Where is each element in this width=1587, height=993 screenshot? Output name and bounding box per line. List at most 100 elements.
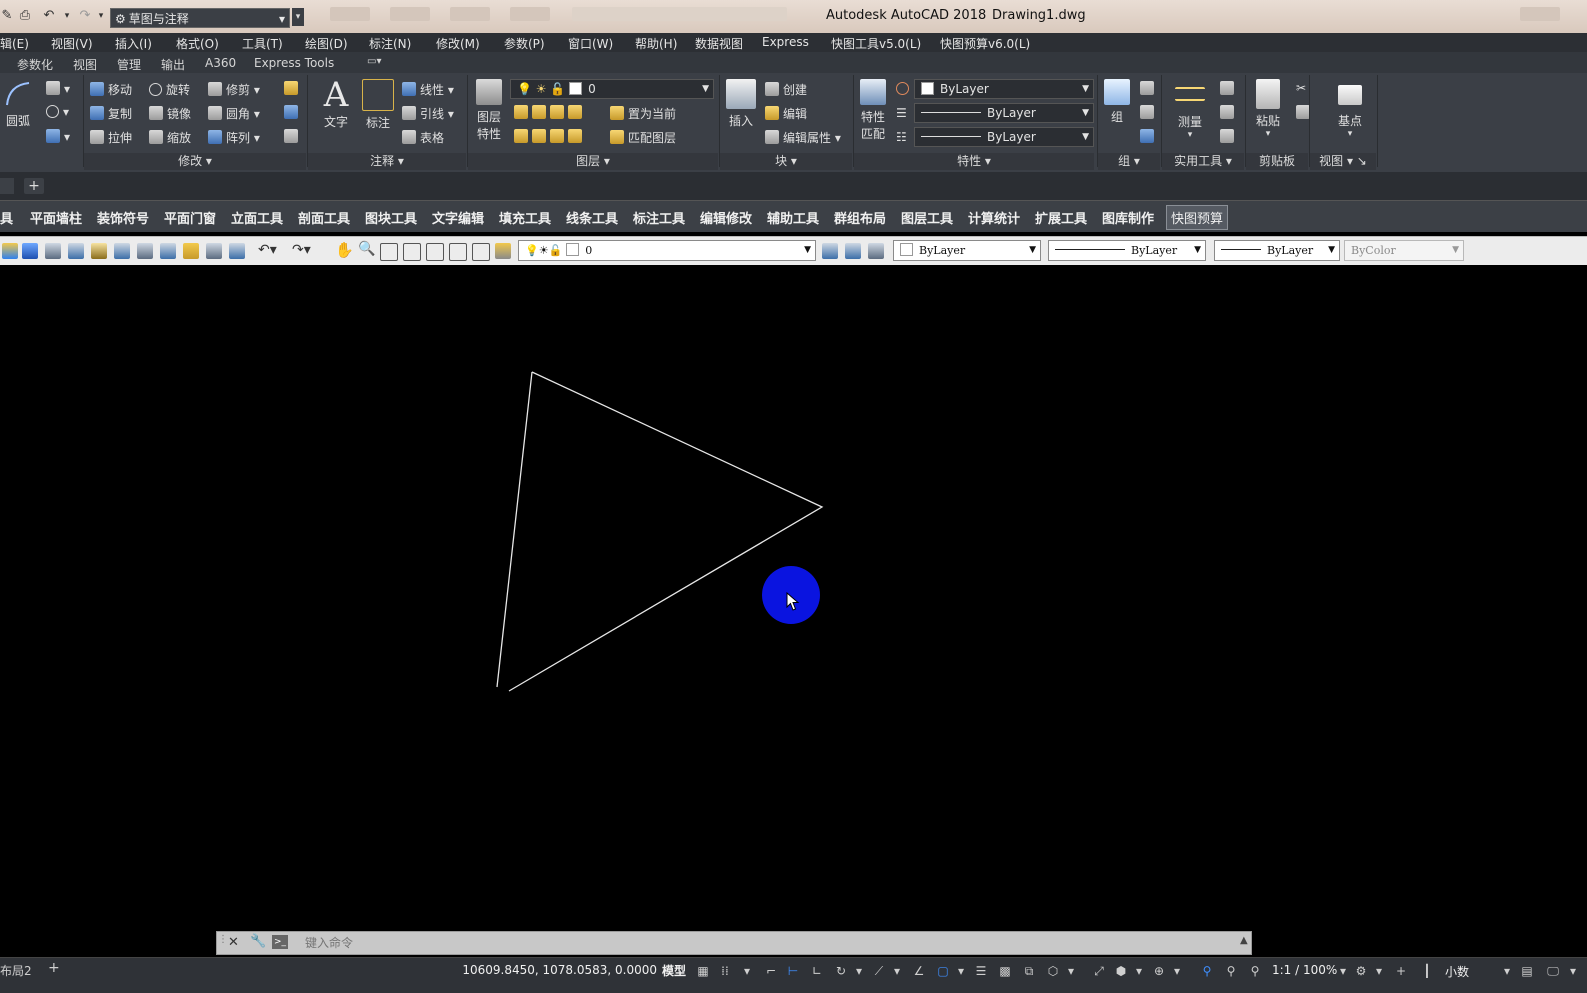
ribbon-options-icon[interactable]: ▭▾ bbox=[367, 56, 381, 67]
toolbar-icon[interactable] bbox=[22, 243, 38, 259]
insert-block-button[interactable]: 插入 bbox=[724, 79, 758, 129]
auto-scale-icon[interactable]: ⚲ bbox=[1224, 964, 1238, 978]
toolbar-icon[interactable] bbox=[229, 243, 245, 259]
plugin-tool-partial[interactable]: 具 bbox=[0, 208, 13, 227]
plugin-wall-column[interactable]: 平面墙柱 bbox=[30, 208, 82, 227]
quick-properties-icon[interactable]: ▤ bbox=[1520, 964, 1534, 978]
edit-block-button[interactable]: 编辑 bbox=[765, 105, 807, 122]
color-dropdown[interactable]: ByLayer ▼ bbox=[914, 79, 1094, 99]
point-icon[interactable] bbox=[1220, 105, 1238, 120]
plugin-layer-tools[interactable]: 图层工具 bbox=[901, 208, 953, 227]
zoom-extents-icon[interactable] bbox=[426, 243, 444, 261]
pan-hand-icon[interactable]: ✋ bbox=[335, 241, 354, 259]
zoom-previous-icon[interactable] bbox=[403, 243, 421, 261]
tab-a360[interactable]: A360 bbox=[205, 56, 236, 70]
coordinate-readout[interactable]: 10609.8450, 1078.0583, 0.0000 bbox=[449, 963, 657, 983]
color-wheel-icon[interactable] bbox=[896, 82, 913, 96]
chevron-down-icon[interactable]: ▾ bbox=[1566, 964, 1580, 978]
paste-button[interactable]: 粘贴 ▾ bbox=[1250, 79, 1286, 139]
set-current-layer-button[interactable]: 置为当前 bbox=[610, 105, 676, 122]
leader-button[interactable]: 引线 ▾ bbox=[402, 105, 454, 122]
snap-icon[interactable]: ⁞⁞ bbox=[718, 964, 732, 978]
match-layer-button[interactable]: 匹配图层 bbox=[610, 129, 676, 146]
calculator-icon[interactable] bbox=[1220, 129, 1238, 144]
match-properties-button[interactable]: 特性 匹配 bbox=[856, 79, 890, 142]
plugin-group-layout[interactable]: 群组布局 bbox=[834, 208, 886, 227]
drawing-tab[interactable] bbox=[0, 178, 14, 194]
plugin-calc-stats[interactable]: 计算统计 bbox=[968, 208, 1020, 227]
region-icon[interactable]: ▾ bbox=[46, 129, 70, 144]
selection-filter-icon[interactable]: ⬢ bbox=[1114, 964, 1128, 978]
linear-dim-button[interactable]: 线性 ▾ bbox=[402, 81, 454, 98]
offset-icon[interactable] bbox=[284, 129, 302, 144]
isodraft-icon[interactable]: ⟋ bbox=[872, 964, 886, 978]
toolbar-icon[interactable] bbox=[45, 243, 61, 259]
chevron-down-icon[interactable]: ▾ bbox=[852, 964, 866, 978]
classic-linetype-dropdown[interactable]: ByLayer ▼ bbox=[1048, 240, 1206, 261]
group-button[interactable]: 组 bbox=[1100, 79, 1134, 125]
groups-panel-title[interactable]: 组 ▾ bbox=[1098, 153, 1160, 170]
group-select-icon[interactable] bbox=[1140, 129, 1158, 144]
annotation-panel-title[interactable]: 注释 ▾ bbox=[308, 153, 466, 170]
text-button[interactable]: A 文字 bbox=[318, 77, 354, 130]
cut-icon[interactable]: ✂ bbox=[1296, 81, 1306, 95]
tab-express-tools[interactable]: Express Tools bbox=[254, 56, 334, 70]
plugin-budget[interactable]: 快图预算 bbox=[1166, 205, 1229, 230]
menu-draw[interactable]: 绘图(D) bbox=[305, 35, 348, 52]
plugin-aux-tools[interactable]: 辅助工具 bbox=[767, 208, 819, 227]
chevron-down-icon[interactable]: ▾ bbox=[1170, 964, 1184, 978]
copy-clip-icon[interactable] bbox=[1296, 105, 1314, 120]
toolbar-icon[interactable] bbox=[68, 243, 84, 259]
gizmo-icon[interactable]: ⊕ bbox=[1152, 964, 1166, 978]
toolbar-icon[interactable] bbox=[160, 243, 176, 259]
layer-dropdown[interactable]: 💡 ☀ 🔓 0 ▼ bbox=[510, 79, 714, 99]
menu-dimension[interactable]: 标注(N) bbox=[369, 35, 411, 52]
chevron-down-icon[interactable]: ▾ bbox=[1064, 964, 1078, 978]
ellipse-icon[interactable]: ▾ bbox=[46, 105, 69, 119]
trim-button[interactable]: 修剪 ▾ bbox=[208, 81, 260, 98]
zoom-realtime-icon[interactable]: 🔍 bbox=[358, 241, 375, 257]
properties-panel-title[interactable]: 特性 ▾ bbox=[854, 153, 1094, 170]
toolbar-icon[interactable] bbox=[114, 243, 130, 259]
tab-parametric[interactable]: 参数化 bbox=[17, 56, 53, 73]
chevron-down-icon[interactable]: ▾ bbox=[1336, 964, 1350, 978]
customize-qat-icon[interactable]: ▾ bbox=[292, 8, 304, 26]
plugin-fill-tools[interactable]: 填充工具 bbox=[499, 208, 551, 227]
transparency-icon[interactable]: ▩ bbox=[998, 964, 1012, 978]
menu-modify[interactable]: 修改(M) bbox=[436, 35, 480, 52]
dynamic-input-icon[interactable]: ⊢ bbox=[786, 964, 800, 978]
plugin-extension-tools[interactable]: 扩展工具 bbox=[1035, 208, 1087, 227]
object-snap-tracking-icon[interactable]: ∠ bbox=[912, 964, 926, 978]
undo-icon[interactable]: ↶▾ bbox=[258, 242, 277, 258]
layers-panel-title[interactable]: 图层 ▾ bbox=[468, 153, 718, 170]
fillet-button[interactable]: 圆角 ▾ bbox=[208, 105, 260, 122]
menu-window[interactable]: 窗口(W) bbox=[568, 35, 613, 52]
wrench-icon[interactable]: 🔧 bbox=[250, 934, 266, 949]
dimension-button[interactable]: 标注 bbox=[360, 79, 396, 131]
chevron-down-icon[interactable]: ▾ bbox=[740, 964, 754, 978]
plugin-line-tools[interactable]: 线条工具 bbox=[566, 208, 618, 227]
menu-format[interactable]: 格式(O) bbox=[176, 35, 219, 52]
zoom-all-icon[interactable] bbox=[449, 243, 467, 261]
plus-icon[interactable]: + bbox=[1394, 964, 1408, 978]
chevron-down-icon[interactable]: ▾ bbox=[1500, 964, 1514, 978]
grid-icon[interactable]: ▦ bbox=[696, 964, 710, 978]
menu-kuaitu-budget[interactable]: 快图预算v6.0(L) bbox=[940, 35, 1030, 52]
chevron-down-icon[interactable]: ▾ bbox=[1132, 964, 1146, 978]
chevron-down-icon[interactable]: ▾ bbox=[954, 964, 968, 978]
plugin-block-tools[interactable]: 图块工具 bbox=[365, 208, 417, 227]
explode-icon[interactable] bbox=[284, 105, 302, 120]
undo-dropdown-icon[interactable]: ▾ bbox=[60, 9, 74, 23]
block-panel-title[interactable]: 块 ▾ bbox=[720, 153, 852, 170]
new-drawing-tab-icon[interactable]: + bbox=[24, 178, 44, 194]
layer-tools-row2[interactable] bbox=[514, 129, 586, 144]
new-file-icon[interactable]: ✎ bbox=[0, 9, 14, 23]
window-controls[interactable] bbox=[1520, 7, 1560, 21]
tab-output[interactable]: 输出 bbox=[161, 56, 185, 73]
move-button[interactable]: 移动 bbox=[90, 81, 132, 98]
classic-color-dropdown[interactable]: ByLayer ▼ bbox=[893, 240, 1041, 261]
plugin-decor-symbols[interactable]: 装饰符号 bbox=[97, 208, 149, 227]
tab-manage[interactable]: 管理 bbox=[117, 56, 141, 73]
command-prompt-icon[interactable]: >_ bbox=[272, 935, 288, 949]
model-space-button[interactable]: 模型 bbox=[662, 962, 686, 979]
